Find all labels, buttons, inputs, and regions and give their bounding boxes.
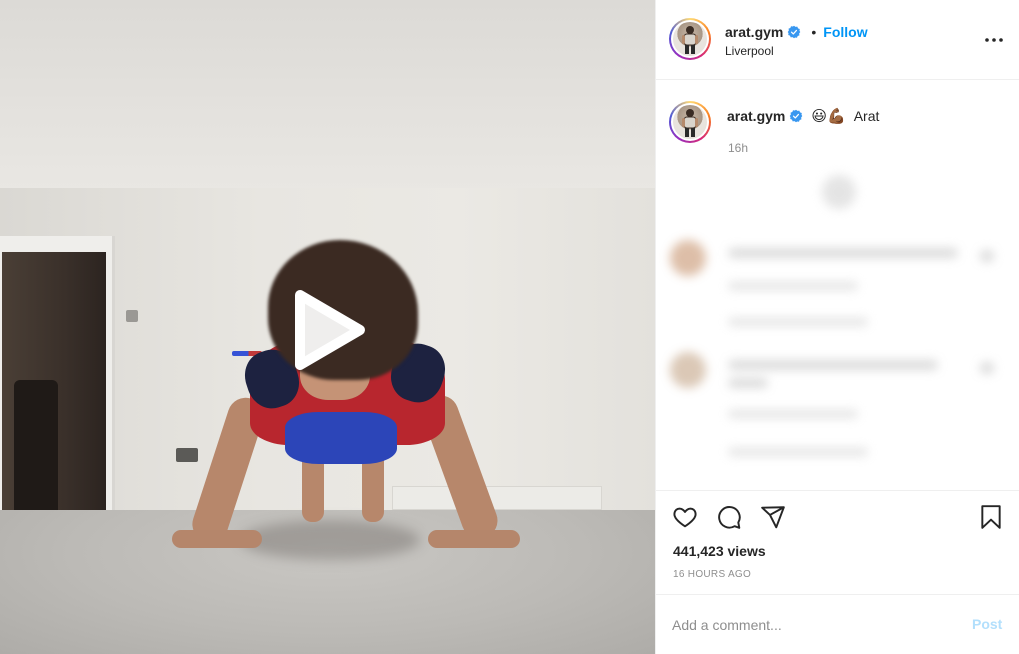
blurred-comment-line [728, 360, 938, 370]
follow-button[interactable]: Follow [823, 24, 867, 40]
caption: arat.gym 😃💪🏾 Arat [727, 107, 879, 125]
caption-avatar-ring-inner [671, 103, 709, 141]
caption-avatar[interactable] [669, 101, 711, 143]
more-horizontal-icon[interactable] [982, 30, 1006, 50]
post-side-panel: arat.gym • Follow Liverpool arat.gym 😃💪🏾… [655, 0, 1019, 654]
video-frame-ceiling [0, 0, 655, 190]
video-frame-hand-right [428, 530, 520, 548]
post-comment-button[interactable]: Post [972, 616, 1002, 632]
bookmark-icon[interactable] [978, 504, 1004, 530]
blurred-comment-replies [728, 318, 868, 326]
person-figure-icon [682, 26, 698, 54]
view-count[interactable]: 441,423 views [673, 543, 766, 559]
blurred-comment-avatar [670, 352, 706, 388]
post-actions: 441,423 views 16 HOURS AGO [656, 490, 1019, 594]
add-comment-bar: Post [656, 594, 1019, 654]
video-frame-hand-left [172, 530, 262, 548]
video-frame-shorts [285, 412, 397, 464]
location-link[interactable]: Liverpool [725, 44, 774, 58]
blurred-comment-avatar [670, 240, 706, 276]
video-frame-socket [176, 448, 198, 462]
caption-avatar-image [673, 105, 707, 139]
caption-text: Arat [853, 108, 880, 124]
blurred-comment-meta [728, 410, 858, 418]
verified-badge-icon [790, 109, 803, 123]
blurred-comment [670, 240, 1010, 340]
header-user-line: arat.gym • Follow [725, 24, 868, 40]
blurred-comment [670, 352, 1010, 462]
loading-spinner [822, 175, 856, 209]
avatar-image [673, 22, 707, 56]
blurred-comment-meta [728, 282, 858, 290]
video-frame-light-switch [126, 310, 138, 322]
video-frame-shadow [240, 520, 420, 560]
avatar-ring-inner [671, 20, 709, 58]
caption-username-link[interactable]: arat.gym [727, 108, 785, 124]
caption-emoji: 😃💪🏾 [811, 108, 846, 125]
username-link[interactable]: arat.gym [725, 24, 783, 40]
paper-plane-icon[interactable] [760, 504, 786, 530]
blurred-comment-heart [980, 362, 994, 374]
heart-icon[interactable] [672, 504, 698, 530]
blurred-comment-replies [728, 448, 868, 456]
post-timestamp[interactable]: 16 HOURS AGO [673, 569, 751, 580]
blurred-comment-line [728, 248, 958, 258]
video-frame-stand [14, 380, 58, 510]
verified-badge-icon [788, 25, 801, 39]
post-header: arat.gym • Follow Liverpool [656, 0, 1019, 80]
blurred-comment-heart [980, 250, 994, 262]
separator-dot: • [811, 24, 817, 40]
comments-section[interactable]: arat.gym 😃💪🏾 Arat 16h [656, 80, 1019, 490]
blurred-comment-line [728, 378, 768, 388]
avatar[interactable] [669, 18, 711, 60]
caption-time[interactable]: 16h [728, 141, 748, 155]
comment-input[interactable] [672, 614, 962, 636]
post-video[interactable] [0, 0, 655, 654]
person-figure-icon [682, 109, 698, 137]
play-icon [295, 290, 365, 370]
comment-bubble-icon[interactable] [716, 504, 742, 530]
play-button[interactable] [280, 285, 370, 375]
video-frame-radiator [392, 486, 602, 510]
